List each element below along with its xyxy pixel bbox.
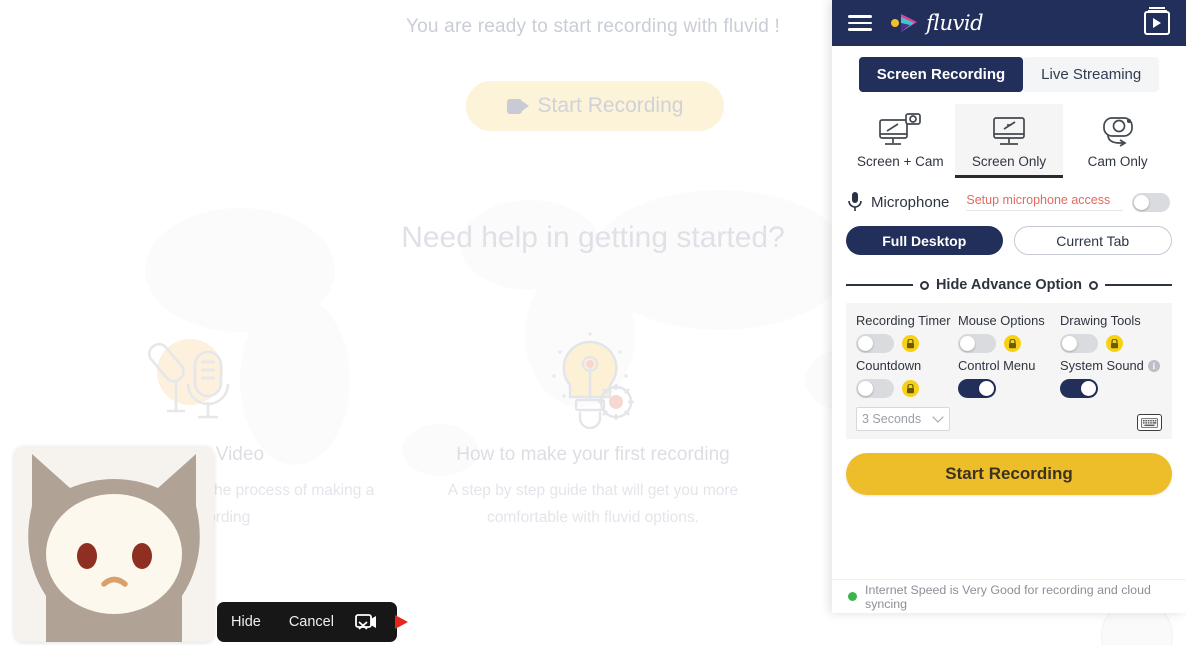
option-label: System Sound — [1060, 358, 1144, 373]
brand-logo: fluvid — [890, 11, 984, 35]
screen-only-icon — [955, 112, 1064, 150]
setup-microphone-access-link[interactable]: Setup microphone access — [966, 193, 1123, 211]
panel-header: fluvid — [832, 0, 1186, 46]
capture-source-row: Full Desktop Current Tab — [846, 226, 1172, 255]
advance-option-label: Hide Advance Option — [935, 277, 1083, 293]
divider-line-left — [846, 284, 913, 286]
mode-screen-only[interactable]: Screen Only — [954, 104, 1064, 178]
countdown-toggle[interactable] — [856, 379, 894, 398]
hamburger-menu-icon[interactable] — [848, 15, 872, 31]
countdown-duration-select[interactable]: 3 Seconds — [856, 407, 950, 431]
info-icon[interactable]: i — [1147, 359, 1160, 372]
system-sound-toggle[interactable] — [1060, 379, 1098, 398]
option-label: Drawing Tools — [1060, 313, 1141, 328]
divider-line-right — [1105, 284, 1172, 286]
fluvid-extension-panel: fluvid Screen Recording Live Streaming S… — [832, 0, 1186, 613]
microphone-row: Microphone Setup microphone access — [846, 192, 1172, 212]
microphone-toggle[interactable] — [1132, 192, 1170, 212]
mode-label: Cam Only — [1087, 154, 1148, 169]
advanced-options-panel: Recording Timer Mouse Options Drawing To… — [846, 303, 1172, 439]
status-indicator-dot — [848, 592, 857, 601]
advanced-options-grid: Recording Timer Mouse Options Drawing To… — [856, 313, 1162, 431]
background-start-recording-button[interactable]: Start Recording — [466, 81, 724, 131]
fluvid-logo-icon — [891, 14, 917, 32]
video-camera-icon — [506, 98, 529, 114]
divider-dot-left — [919, 280, 929, 290]
cat-avatar — [14, 446, 214, 642]
recording-timer-toggle[interactable] — [856, 334, 894, 353]
countdown-select-wrap: 3 Seconds — [856, 407, 950, 431]
cancel-button[interactable]: Cancel — [275, 614, 348, 630]
cam-only-icon — [1063, 112, 1172, 150]
option-countdown: Countdown 3 Seconds — [856, 358, 958, 431]
option-mouse-options: Mouse Options — [958, 313, 1060, 353]
hide-button[interactable]: Hide — [217, 614, 275, 630]
tab-live-streaming[interactable]: Live Streaming — [1023, 57, 1160, 92]
option-label: Control Menu — [958, 358, 1036, 373]
lightbulb-gear-icon — [413, 330, 772, 430]
brand-name: fluvid — [926, 11, 984, 35]
start-recording-button[interactable]: Start Recording — [846, 453, 1172, 495]
mode-label: Screen + Cam — [857, 154, 944, 169]
tab-screen-recording[interactable]: Screen Recording — [858, 57, 1024, 92]
lock-icon[interactable] — [902, 380, 919, 397]
option-recording-timer: Recording Timer — [856, 313, 958, 353]
webcam-preview-bubble[interactable] — [14, 446, 214, 642]
background-start-recording-label: Start Recording — [537, 94, 684, 117]
help-card[interactable]: How to make your first recording A step … — [395, 330, 790, 531]
lock-icon[interactable] — [1004, 335, 1021, 352]
current-tab-button[interactable]: Current Tab — [1013, 226, 1172, 255]
drawing-tools-toggle[interactable] — [1060, 334, 1098, 353]
stop-screen-share-icon[interactable] — [348, 613, 384, 631]
panel-tabs: Screen Recording Live Streaming — [846, 57, 1172, 92]
help-card-desc: A step by step guide that will get you m… — [447, 482, 739, 526]
mode-screen-plus-cam[interactable]: Screen + Cam — [846, 104, 955, 178]
microphone-icon — [18, 330, 377, 430]
microphone-icon — [848, 192, 862, 211]
status-text: Internet Speed is Very Good for recordin… — [865, 582, 1151, 611]
toggle-advance-option[interactable]: Hide Advance Option — [846, 277, 1172, 293]
play-record-icon[interactable] — [384, 612, 418, 632]
control-menu-toggle[interactable] — [958, 379, 996, 398]
help-card-title: How to make your first recording — [456, 444, 730, 465]
mode-cam-only[interactable]: Cam Only — [1063, 104, 1172, 178]
option-label: Recording Timer — [856, 313, 951, 328]
panel-body: Screen Recording Live Streaming Screen +… — [832, 57, 1186, 495]
lock-icon[interactable] — [1106, 335, 1123, 352]
capture-mode-selector: Screen + Cam Screen Only Cam Only — [846, 104, 1172, 178]
lock-icon[interactable] — [902, 335, 919, 352]
option-label: Countdown — [856, 358, 922, 373]
option-control-menu: Control Menu — [958, 358, 1060, 431]
full-desktop-button[interactable]: Full Desktop — [846, 226, 1003, 255]
screen-plus-cam-icon — [846, 112, 955, 150]
microphone-label: Microphone — [871, 193, 950, 211]
app-root: You are ready to start recording with fl… — [0, 0, 1186, 645]
header-actions — [1144, 7, 1170, 35]
keyboard-icon[interactable] — [1137, 414, 1162, 431]
option-label-row: System Sound i — [1060, 358, 1162, 373]
divider-dot-right — [1089, 280, 1099, 290]
recording-toolbar: Hide Cancel — [217, 602, 408, 642]
option-label: Mouse Options — [958, 313, 1045, 328]
mode-label: Screen Only — [971, 154, 1047, 169]
mouse-options-toggle[interactable] — [958, 334, 996, 353]
video-library-icon[interactable] — [1144, 7, 1170, 35]
option-drawing-tools: Drawing Tools — [1060, 313, 1162, 353]
internet-speed-status: Internet Speed is Very Good for recordin… — [832, 579, 1186, 613]
